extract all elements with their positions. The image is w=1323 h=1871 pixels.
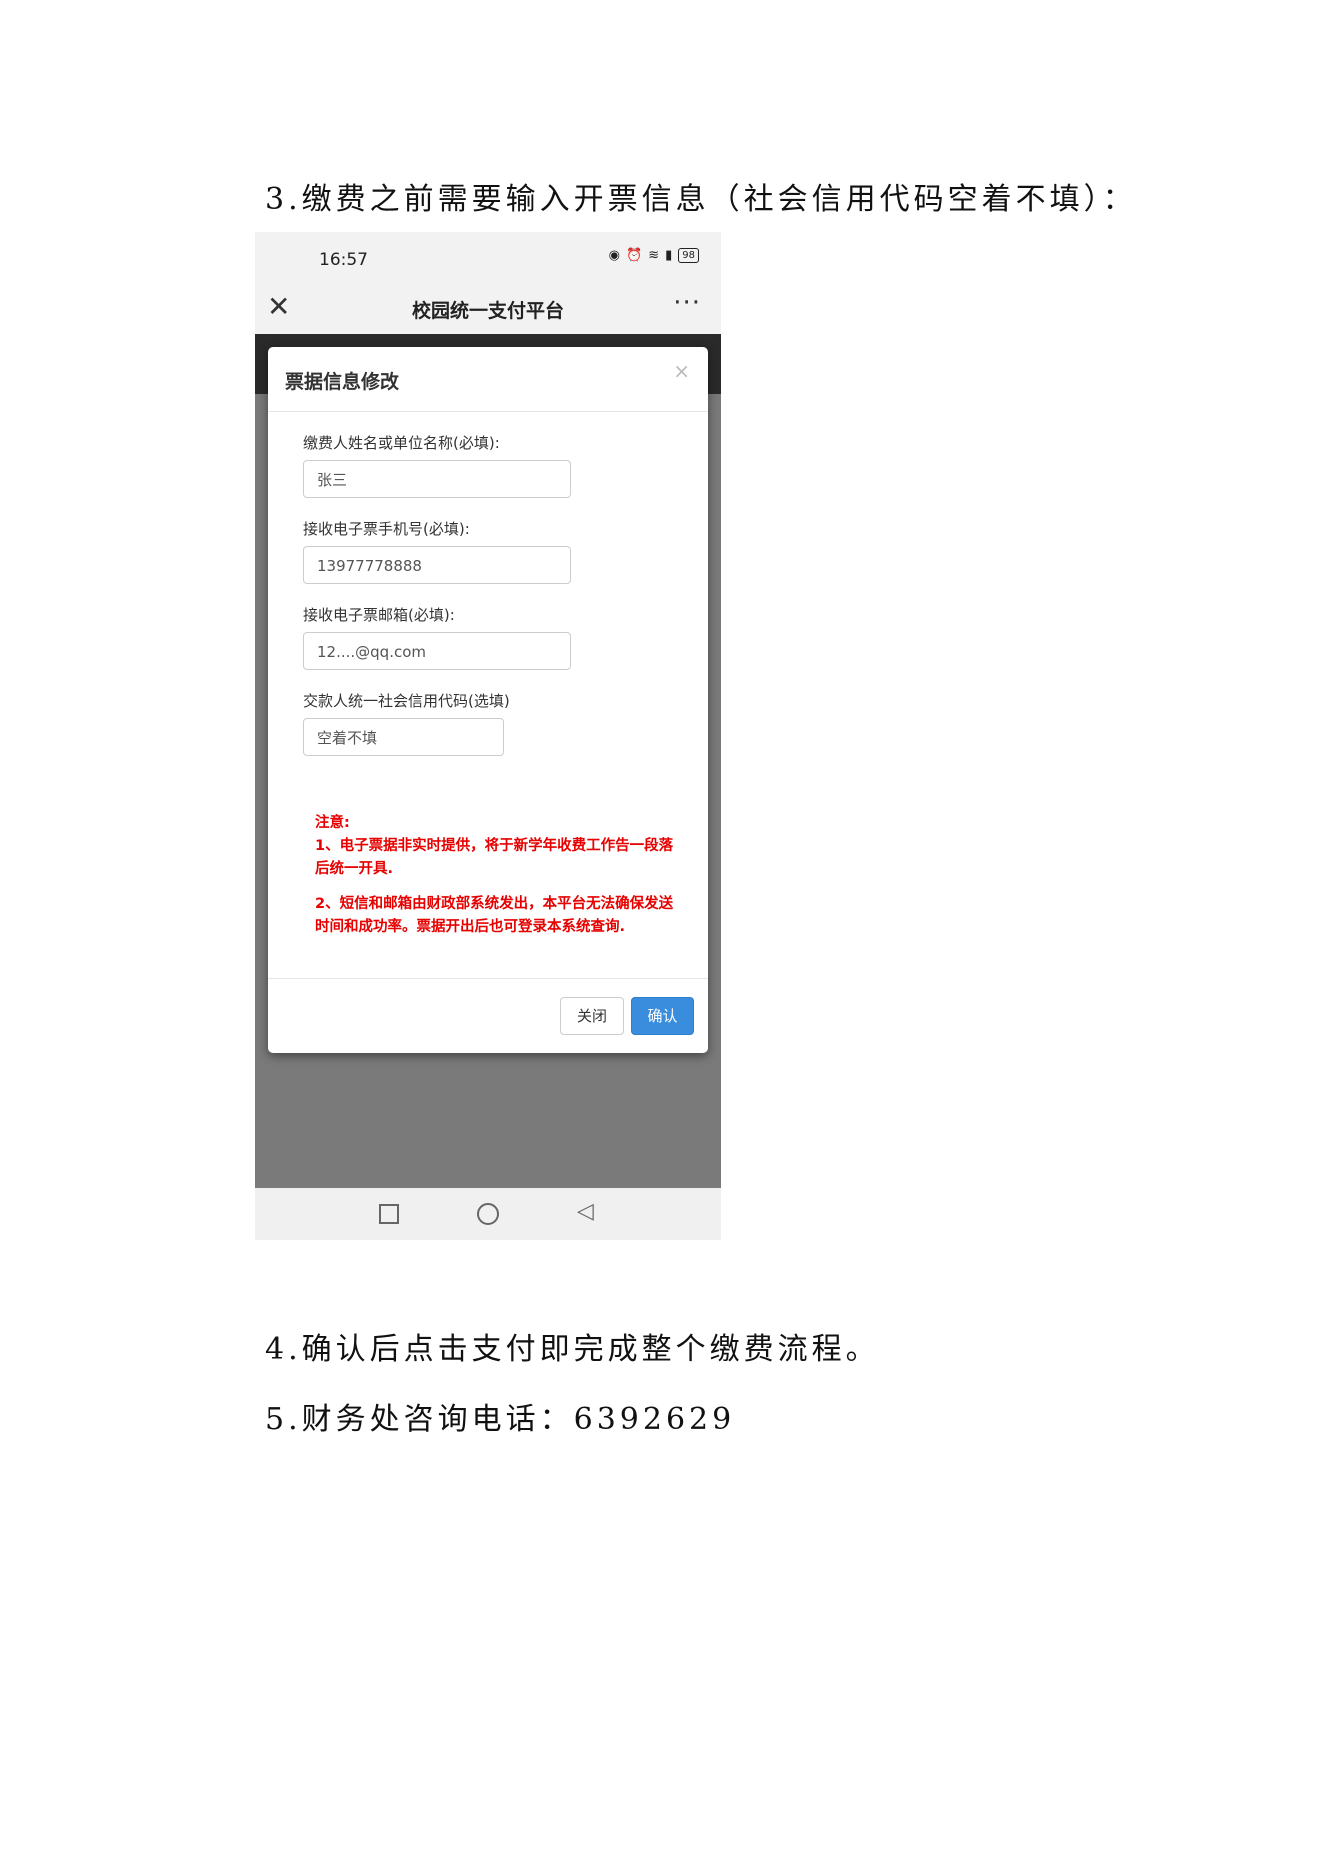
- recent-apps-icon[interactable]: [379, 1204, 399, 1224]
- status-time: 16:57: [319, 250, 368, 270]
- eye-icon: ◉: [608, 248, 621, 263]
- confirm-button[interactable]: 确认: [631, 997, 694, 1035]
- battery-icon: 98: [678, 248, 699, 263]
- home-icon[interactable]: [477, 1203, 499, 1225]
- close-button[interactable]: 关闭: [560, 997, 624, 1035]
- notice-heading: 注意:: [315, 815, 350, 831]
- payer-name-label: 缴费人姓名或单位名称(必填):: [303, 434, 500, 452]
- credit-code-label: 交款人统一社会信用代码(选填): [303, 692, 510, 710]
- email-input[interactable]: 12....@qq.com: [303, 632, 571, 670]
- payer-name-input[interactable]: 张三: [303, 460, 571, 498]
- more-icon[interactable]: ···: [673, 288, 701, 318]
- instruction-step-4: 4.确认后点击支付即完成整个缴费流程。: [265, 1332, 880, 1367]
- instruction-step-5: 5.财务处咨询电话：6392629: [265, 1402, 736, 1437]
- status-bar: 16:57 ◉ ⏰ ≋ ▮ 98: [255, 232, 721, 284]
- credit-code-input[interactable]: 空着不填: [303, 718, 504, 756]
- app-title-bar: ✕ 校园统一支付平台 ···: [255, 284, 721, 334]
- wifi-icon: ≋: [648, 248, 660, 263]
- app-title: 校园统一支付平台: [411, 300, 564, 322]
- modal-header: 票据信息修改 ×: [268, 347, 708, 412]
- alarm-icon: ⏰: [626, 248, 643, 263]
- notice-item-1: 1、电子票据非实时提供，将于新学年收费工作告一段落后统一开具.: [315, 838, 674, 877]
- email-label: 接收电子票邮箱(必填):: [303, 606, 455, 624]
- phone-screenshot: 16:57 ◉ ⏰ ≋ ▮ 98 ✕ 校园统一支付平台 ··· 票据信息修改 ×…: [255, 232, 721, 1240]
- instruction-step-3: 3.缴费之前需要输入开票信息（社会信用代码空着不填）：: [265, 182, 1137, 217]
- status-icons: ◉ ⏰ ≋ ▮ 98: [609, 248, 699, 263]
- phone-input[interactable]: 13977778888: [303, 546, 571, 584]
- modal-title: 票据信息修改: [285, 371, 400, 393]
- signal-icon: ▮: [665, 248, 673, 263]
- android-nav-bar: ◁: [255, 1188, 721, 1240]
- notice-item-2: 2、短信和邮箱由财政部系统发出，本平台无法确保发送时间和成功率。票据开出后也可登…: [315, 896, 674, 935]
- back-icon[interactable]: ◁: [577, 1200, 594, 1224]
- invoice-info-modal: 票据信息修改 × 缴费人姓名或单位名称(必填): 张三 接收电子票手机号(必填)…: [268, 347, 708, 1053]
- phone-label: 接收电子票手机号(必填):: [303, 520, 470, 538]
- modal-close-icon[interactable]: ×: [673, 359, 690, 383]
- modal-footer-divider: [268, 978, 708, 979]
